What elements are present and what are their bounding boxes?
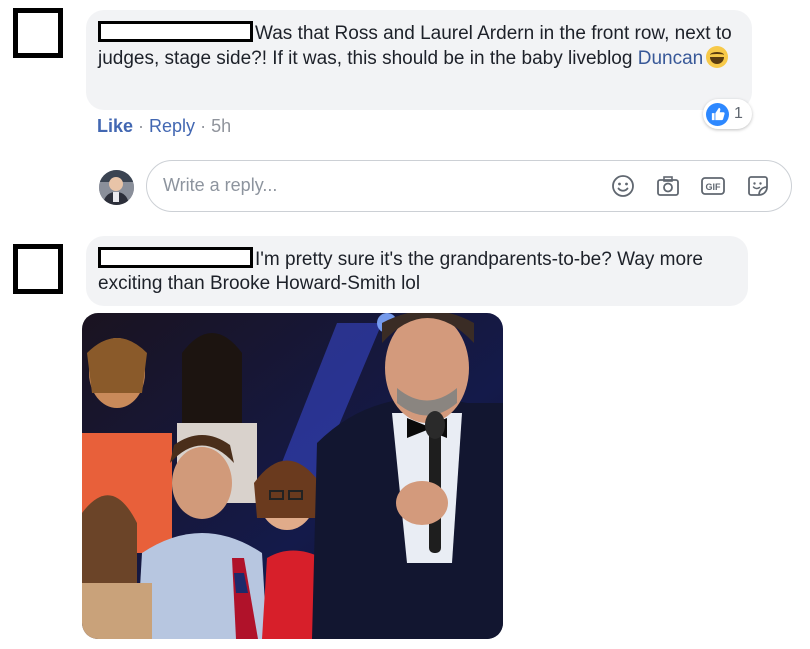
timestamp[interactable]: 5h (211, 116, 231, 136)
user-avatar[interactable] (99, 170, 134, 205)
like-thumb-icon (706, 102, 729, 126)
sticker-icon[interactable] (745, 173, 771, 199)
comment-bubble: Was that Ross and Laurel Ardern in the f… (86, 10, 752, 110)
comment-photo[interactable] (82, 313, 503, 639)
reaction-number: 1 (734, 105, 743, 122)
commenter-avatar-redacted[interactable] (13, 8, 63, 58)
commenter-avatar-redacted[interactable] (13, 244, 63, 294)
reply-input[interactable]: Write a reply... GIF (146, 160, 792, 212)
redacted-name (98, 247, 253, 268)
reply-placeholder: Write a reply... (163, 175, 278, 195)
redacted-name (98, 21, 253, 42)
comment-bubble: I'm pretty sure it's the grandparents-to… (86, 236, 748, 306)
reply-link[interactable]: Reply (149, 116, 195, 136)
laughing-emoji-icon (706, 46, 729, 68)
comment-actions: Like · Reply · 5h (97, 116, 231, 137)
emoji-icon[interactable] (610, 173, 636, 199)
separator: · (195, 116, 212, 136)
like-link[interactable]: Like (97, 116, 133, 136)
mention-link[interactable]: Duncan (638, 48, 704, 69)
gif-icon[interactable]: GIF (700, 173, 726, 199)
camera-icon[interactable] (655, 173, 681, 199)
separator: · (133, 116, 150, 136)
reaction-count[interactable]: 1 (703, 99, 752, 129)
gif-label: GIF (706, 182, 722, 192)
